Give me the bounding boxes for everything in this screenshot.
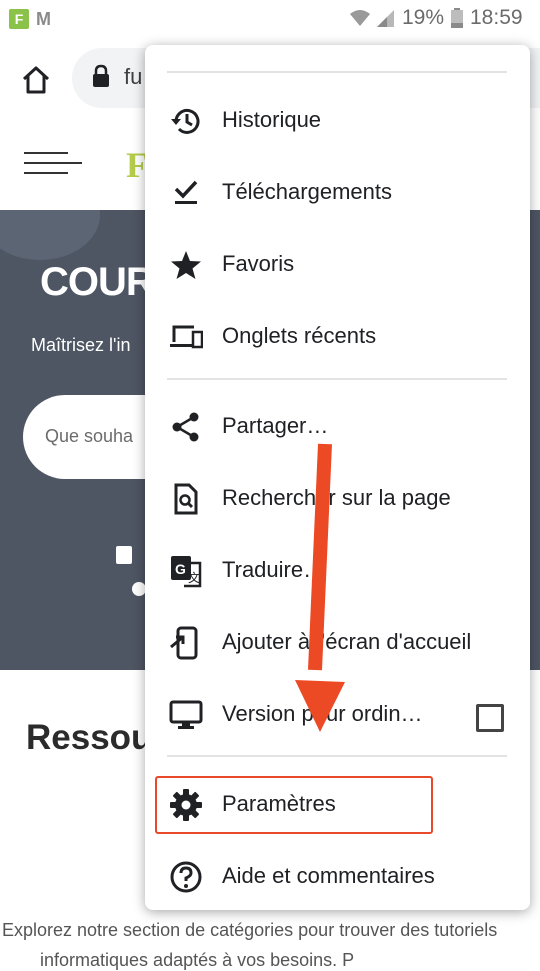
status-bar: F M 19% 18:59 (0, 0, 540, 38)
menu-item-label: Aide et commentaires (222, 863, 435, 888)
menu-item-label: Favoris (222, 251, 295, 276)
battery-percent: 19% (402, 6, 445, 29)
menu-divider (167, 755, 507, 757)
hamburger-menu-icon[interactable] (24, 150, 84, 180)
menu-item-downloads[interactable]: Téléchargements (145, 154, 530, 226)
resources-heading: Ressou (26, 718, 153, 757)
chat-icon (132, 582, 146, 596)
history-icon (171, 108, 200, 134)
signal-icon (377, 10, 394, 27)
menu-item-label: Partager… (222, 413, 329, 438)
menu-item-recent-tabs[interactable]: Onglets récents (145, 298, 530, 370)
desktop-site-checkbox[interactable] (476, 704, 504, 732)
download-icon (174, 180, 198, 204)
menu-divider (167, 378, 507, 380)
url-text: fu (124, 64, 143, 89)
app-notification-icon: F (9, 9, 29, 29)
svg-text:文: 文 (188, 570, 200, 585)
translate-icon: G 文 (171, 556, 202, 588)
menu-item-label: Téléchargements (222, 179, 392, 204)
categories-description: Explorez notre section de catégories pou… (2, 920, 498, 940)
home-icon[interactable] (20, 64, 52, 96)
battery-icon (451, 8, 463, 28)
help-icon (170, 861, 202, 893)
search-placeholder: Que souha (45, 426, 134, 446)
menu-item-history[interactable]: Historique (145, 82, 530, 154)
menu-divider (167, 71, 507, 73)
desktop-icon (169, 700, 203, 729)
add-to-home-icon (170, 626, 198, 660)
settings-highlight-box (155, 776, 433, 834)
hero-title: COUR (40, 260, 155, 304)
menu-item-label: Historique (222, 107, 322, 132)
devices-icon (170, 325, 203, 349)
annotation-arrow-icon (295, 443, 345, 732)
wifi-icon (350, 10, 370, 26)
gmail-notification-icon: M (36, 9, 51, 29)
book-icon (116, 546, 132, 564)
menu-item-help[interactable]: Aide et commentaires (145, 838, 530, 910)
find-in-page-icon (174, 483, 198, 515)
menu-item-bookmarks[interactable]: Favoris (145, 226, 530, 298)
categories-description-2: informatiques adaptés à vos besoins. P (40, 950, 355, 970)
hero-decoration (0, 210, 100, 260)
share-icon (172, 412, 199, 442)
clock: 18:59 (470, 6, 523, 29)
star-icon (171, 251, 201, 279)
hero-subtitle: Maîtrisez l'in (31, 335, 131, 355)
menu-item-label: Onglets récents (222, 323, 377, 348)
lock-icon (93, 64, 109, 87)
